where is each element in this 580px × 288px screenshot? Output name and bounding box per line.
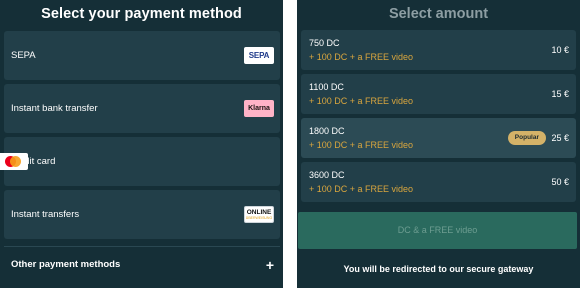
- amount-title: Select amount: [388, 6, 489, 22]
- amount-bonus: + 100 DC + a FREE video: [309, 184, 414, 194]
- payment-option-label: SEPA: [11, 50, 36, 61]
- amount-bonus: + 100 DC + a FREE video: [309, 52, 414, 62]
- online-logo-subtext: ÜBERWEISUNG: [245, 216, 273, 220]
- amount-option-1100[interactable]: 1100 DC + 100 DC + a FREE video 15 €: [301, 74, 576, 114]
- redirect-note: You will be redirected to our secure gat…: [343, 264, 534, 274]
- other-payment-methods-toggle[interactable]: Other payment methods +: [4, 246, 280, 282]
- klarna-logo-icon: Klarna: [244, 100, 274, 117]
- amount-price: 10 €: [551, 45, 569, 55]
- amount-dc: 1100 DC: [309, 82, 344, 92]
- amount-price: 25 €: [551, 133, 569, 143]
- amount-option-1800[interactable]: 1800 DC + 100 DC + a FREE video Popular …: [301, 118, 576, 158]
- klarna-logo-text: Klarna: [248, 105, 270, 112]
- mastercard-logo-icon: [0, 153, 28, 170]
- amount-bonus: + 100 DC + a FREE video: [309, 96, 414, 106]
- payment-screen: Select your payment method SEPA SEPA Ins…: [0, 0, 580, 288]
- payment-option-instant-bank-transfer[interactable]: Instant bank transfer Klarna: [4, 84, 280, 133]
- sepa-logo-text: SEPA: [248, 51, 270, 60]
- plus-icon[interactable]: +: [266, 247, 274, 283]
- amount-price: 50 €: [551, 177, 569, 187]
- payment-method-panel: Select your payment method SEPA SEPA Ins…: [0, 0, 283, 288]
- amount-price: 15 €: [551, 89, 569, 99]
- payment-method-title: Select your payment method: [41, 6, 242, 22]
- amount-option-750[interactable]: 750 DC + 100 DC + a FREE video 10 €: [301, 30, 576, 70]
- amount-option-3600[interactable]: 3600 DC + 100 DC + a FREE video 50 €: [301, 162, 576, 202]
- payment-option-credit-card[interactable]: credit card: [0, 137, 280, 186]
- payment-option-label: Instant bank transfer: [11, 103, 98, 114]
- online-logo-text: ONLINE: [246, 209, 272, 216]
- amount-dc: 750 DC: [309, 38, 340, 48]
- amount-dc: 1800 DC: [309, 126, 345, 136]
- sepa-logo-icon: SEPA: [244, 47, 274, 64]
- payment-option-label: Instant transfers: [11, 209, 80, 220]
- other-payment-methods-label: Other payment methods: [11, 259, 121, 270]
- amount-panel: Select amount 750 DC + 100 DC + a FREE v…: [297, 0, 580, 288]
- payment-option-sepa[interactable]: SEPA SEPA: [4, 31, 280, 80]
- payment-option-instant-transfers[interactable]: Instant transfers ONLINE ÜBERWEISUNG: [4, 190, 280, 239]
- amount-dc: 3600 DC: [309, 170, 345, 180]
- mastercard-orange-circle: [10, 156, 21, 167]
- purchase-button[interactable]: DC & a FREE video: [298, 212, 577, 249]
- popular-badge: Popular: [507, 131, 546, 145]
- online-banking-logo-icon: ONLINE ÜBERWEISUNG: [244, 206, 274, 223]
- amount-bonus: + 100 DC + a FREE video: [309, 140, 414, 150]
